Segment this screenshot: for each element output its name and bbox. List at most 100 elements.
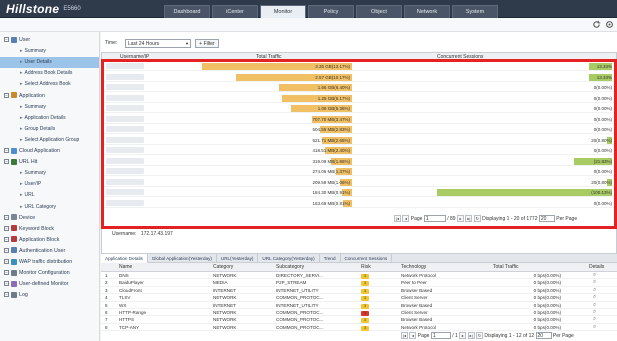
column-header-username[interactable]: Username/IP — [120, 53, 149, 62]
next-page-button[interactable]: ▸ — [456, 215, 464, 223]
table-row[interactable]: 4 TLSV NETWORK COMMON_PROTOC... 3 Client Serv… — [101, 294, 617, 302]
table-row[interactable]: 184.30 MB(0.91%) (100.13%) — [102, 188, 616, 197]
tree-toggle-icon[interactable]: − — [4, 37, 9, 43]
sidebar-item-log[interactable]: − Log — [0, 290, 28, 301]
last-page-button[interactable]: ▸| — [465, 215, 473, 223]
table-row[interactable]: 3 CloudFront INTERNET INTERNET_UTILITY 3 Brow… — [101, 287, 617, 295]
prev-page-button[interactable]: ◂ — [409, 332, 417, 340]
sidebar-item-url[interactable]: ▸ URL — [0, 190, 35, 201]
tree-toggle-icon[interactable]: − — [4, 159, 9, 165]
sidebar-item-wap-traffic-distribution[interactable]: − WAP traffic distribution — [0, 257, 72, 268]
sidebar-item-summary[interactable]: ▸ Summary — [0, 102, 46, 113]
table-row[interactable]: 319.09 MB(1.86%) (21.83%) — [102, 157, 616, 166]
sidebar-item-select-application-group[interactable]: ▸ Select Application Group — [0, 135, 79, 146]
table-row[interactable]: 504.55 MB(2.83%) 0(0.00%) — [102, 125, 616, 134]
page-number-input[interactable]: 1 — [430, 332, 451, 340]
tree-toggle-icon[interactable]: − — [4, 259, 9, 265]
last-page-button[interactable]: ▸| — [467, 332, 475, 340]
table-row[interactable]: 5 WX INTERNET INTERNET_UTILITY 3 Browser Base… — [101, 302, 617, 309]
sidebar-item-device[interactable]: − Device — [0, 213, 35, 224]
refresh-grid-icon[interactable]: ↻ — [475, 332, 483, 340]
tree-toggle-icon[interactable]: − — [4, 281, 9, 287]
table-row[interactable]: 521.71 MB(2.65%) 20(0.80%) — [102, 136, 616, 145]
details-icon[interactable]: ⌕ — [593, 279, 596, 286]
tree-toggle-icon[interactable]: − — [4, 92, 9, 98]
sidebar-item-user-ip[interactable]: ▸ User/IP — [0, 179, 41, 190]
refresh-icon[interactable] — [592, 20, 601, 29]
table-row[interactable]: 2 BaiduPlayer MEDIA P2P_STREAM 3 Peer to Peer… — [101, 279, 617, 287]
tree-toggle-icon[interactable]: − — [4, 270, 9, 276]
first-page-button[interactable]: |◂ — [401, 332, 408, 340]
table-row[interactable]: 1.25 GB(6.17%) 0(0.00%) — [102, 94, 616, 103]
sidebar-item-user-defined-monitor[interactable]: − User-defined Monitor — [0, 279, 68, 290]
sidebar-item-user[interactable]: − User — [0, 35, 30, 46]
per-page-select[interactable]: 20 — [538, 215, 555, 223]
settings-icon[interactable] — [605, 20, 614, 29]
time-range-select[interactable]: Last 24 Hours ▼ — [125, 39, 191, 48]
per-page-select[interactable]: 20 — [535, 332, 552, 340]
tree-toggle-icon[interactable]: − — [4, 214, 9, 220]
column-header-concurrent-sessions[interactable]: Concurrent Sessions — [437, 53, 483, 62]
page-number-input[interactable]: 1 — [423, 215, 446, 223]
table-row[interactable]: 1.66 GB(6.40%) 0(0.00%) — [102, 83, 616, 92]
table-row[interactable]: 274.06 MB(1.37%) 0(0.00%) — [102, 167, 616, 176]
sidebar-item-summary[interactable]: ▸ Summary — [0, 46, 46, 57]
tab-trend[interactable]: Trend — [320, 254, 341, 263]
nav-tab-monitor[interactable]: Monitor — [260, 5, 306, 18]
tree-toggle-icon[interactable]: − — [4, 225, 9, 231]
column-header-name[interactable]: Name — [119, 263, 132, 272]
column-header-total-traffic[interactable]: Total Traffic — [256, 53, 281, 62]
nav-tab-system[interactable]: System — [452, 5, 498, 18]
table-row[interactable]: 707.70 MB(3.47%) 0(0.00%) — [102, 115, 616, 124]
tab-url-category-yesterday-[interactable]: URL Category(Yesterday) — [258, 254, 320, 263]
sidebar-item-keyword-block[interactable]: − Keyword Block — [0, 224, 54, 235]
next-page-button[interactable]: ▸ — [459, 332, 467, 340]
table-row[interactable]: 6 HTTP-Range NETWORK COMMON_PROTOC... 5 Clien… — [101, 309, 617, 317]
sidebar-item-user-details[interactable]: ▸ User Details — [0, 57, 99, 69]
tab-application-details[interactable]: Application Details — [101, 254, 148, 263]
table-row[interactable]: 2.57 GB(10.17%) 13.33% — [102, 73, 616, 82]
nav-tab-policy[interactable]: Policy — [308, 5, 354, 18]
details-icon[interactable]: ⌕ — [593, 316, 596, 323]
first-page-button[interactable]: |◂ — [394, 215, 401, 223]
table-row[interactable]: 1 DNS NETWORK DIRECTORY_SERVI... 3 Network Pr… — [101, 272, 617, 280]
tab-url-yesterday-[interactable]: URL(Yesterday) — [217, 254, 259, 263]
refresh-grid-icon[interactable]: ↻ — [473, 215, 481, 223]
tree-toggle-icon[interactable]: − — [4, 247, 9, 253]
sidebar-item-summary[interactable]: ▸ Summary — [0, 168, 46, 179]
column-header-subcategory[interactable]: Subcategory — [276, 263, 304, 272]
tree-toggle-icon[interactable]: − — [4, 148, 9, 154]
sidebar-item-application-block[interactable]: − Application Block — [0, 235, 59, 246]
table-row[interactable]: 7 HTTPS NETWORK COMMON_PROTOC... 3 Browser Ba… — [101, 316, 617, 324]
add-filter-button[interactable]: + Filter — [195, 39, 219, 48]
column-header-risk[interactable]: Risk — [361, 263, 371, 272]
tree-toggle-icon[interactable]: − — [4, 292, 9, 298]
column-header-details[interactable]: Details — [589, 263, 604, 272]
table-row[interactable]: 1.06 GB(5.36%) 0(0.00%) — [102, 104, 616, 113]
column-header-total-traffic[interactable]: Total Traffic — [493, 263, 518, 272]
sidebar-item-select-address-book[interactable]: ▸ Select Address Book — [0, 79, 71, 90]
nav-tab-object[interactable]: Object — [356, 5, 402, 18]
sidebar-item-address-book-details[interactable]: ▸ Address Book Details — [0, 68, 72, 79]
tree-toggle-icon[interactable]: − — [4, 236, 9, 242]
details-icon[interactable]: ⌕ — [593, 309, 596, 316]
nav-tab-dashboard[interactable]: Dashboard — [164, 5, 210, 18]
nav-tab-icenter[interactable]: iCenter — [212, 5, 258, 18]
sidebar-item-authentication-user[interactable]: − Authentication User — [0, 246, 65, 257]
tab-concurrent-sessions[interactable]: Concurrent Sessions — [341, 254, 393, 263]
sidebar-item-cloud-application[interactable]: − Cloud Application — [0, 146, 60, 157]
table-row[interactable]: 3.35 GB(13.17%) 13.33% — [102, 62, 616, 71]
table-row[interactable]: 209.59 MB(1.06%) 20(0.80%) — [102, 178, 616, 187]
prev-page-button[interactable]: ◂ — [402, 215, 410, 223]
sidebar-item-group-details[interactable]: ▸ Group Details — [0, 124, 55, 135]
details-icon[interactable]: ⌕ — [593, 272, 596, 279]
nav-tab-network[interactable]: Network — [404, 5, 450, 18]
sidebar-item-url-category[interactable]: ▸ URL Category — [0, 202, 56, 213]
details-icon[interactable]: ⌕ — [593, 302, 596, 309]
details-icon[interactable]: ⌕ — [593, 287, 596, 294]
column-header-category[interactable]: Category — [213, 263, 233, 272]
sidebar-item-application[interactable]: − Application — [0, 91, 45, 102]
sidebar-item-url-hit[interactable]: − URL Hit — [0, 157, 37, 168]
column-header-technology[interactable]: Technology — [401, 263, 426, 272]
table-row[interactable]: 418.51 MB(2.40%) 0(0.00%) — [102, 146, 616, 155]
